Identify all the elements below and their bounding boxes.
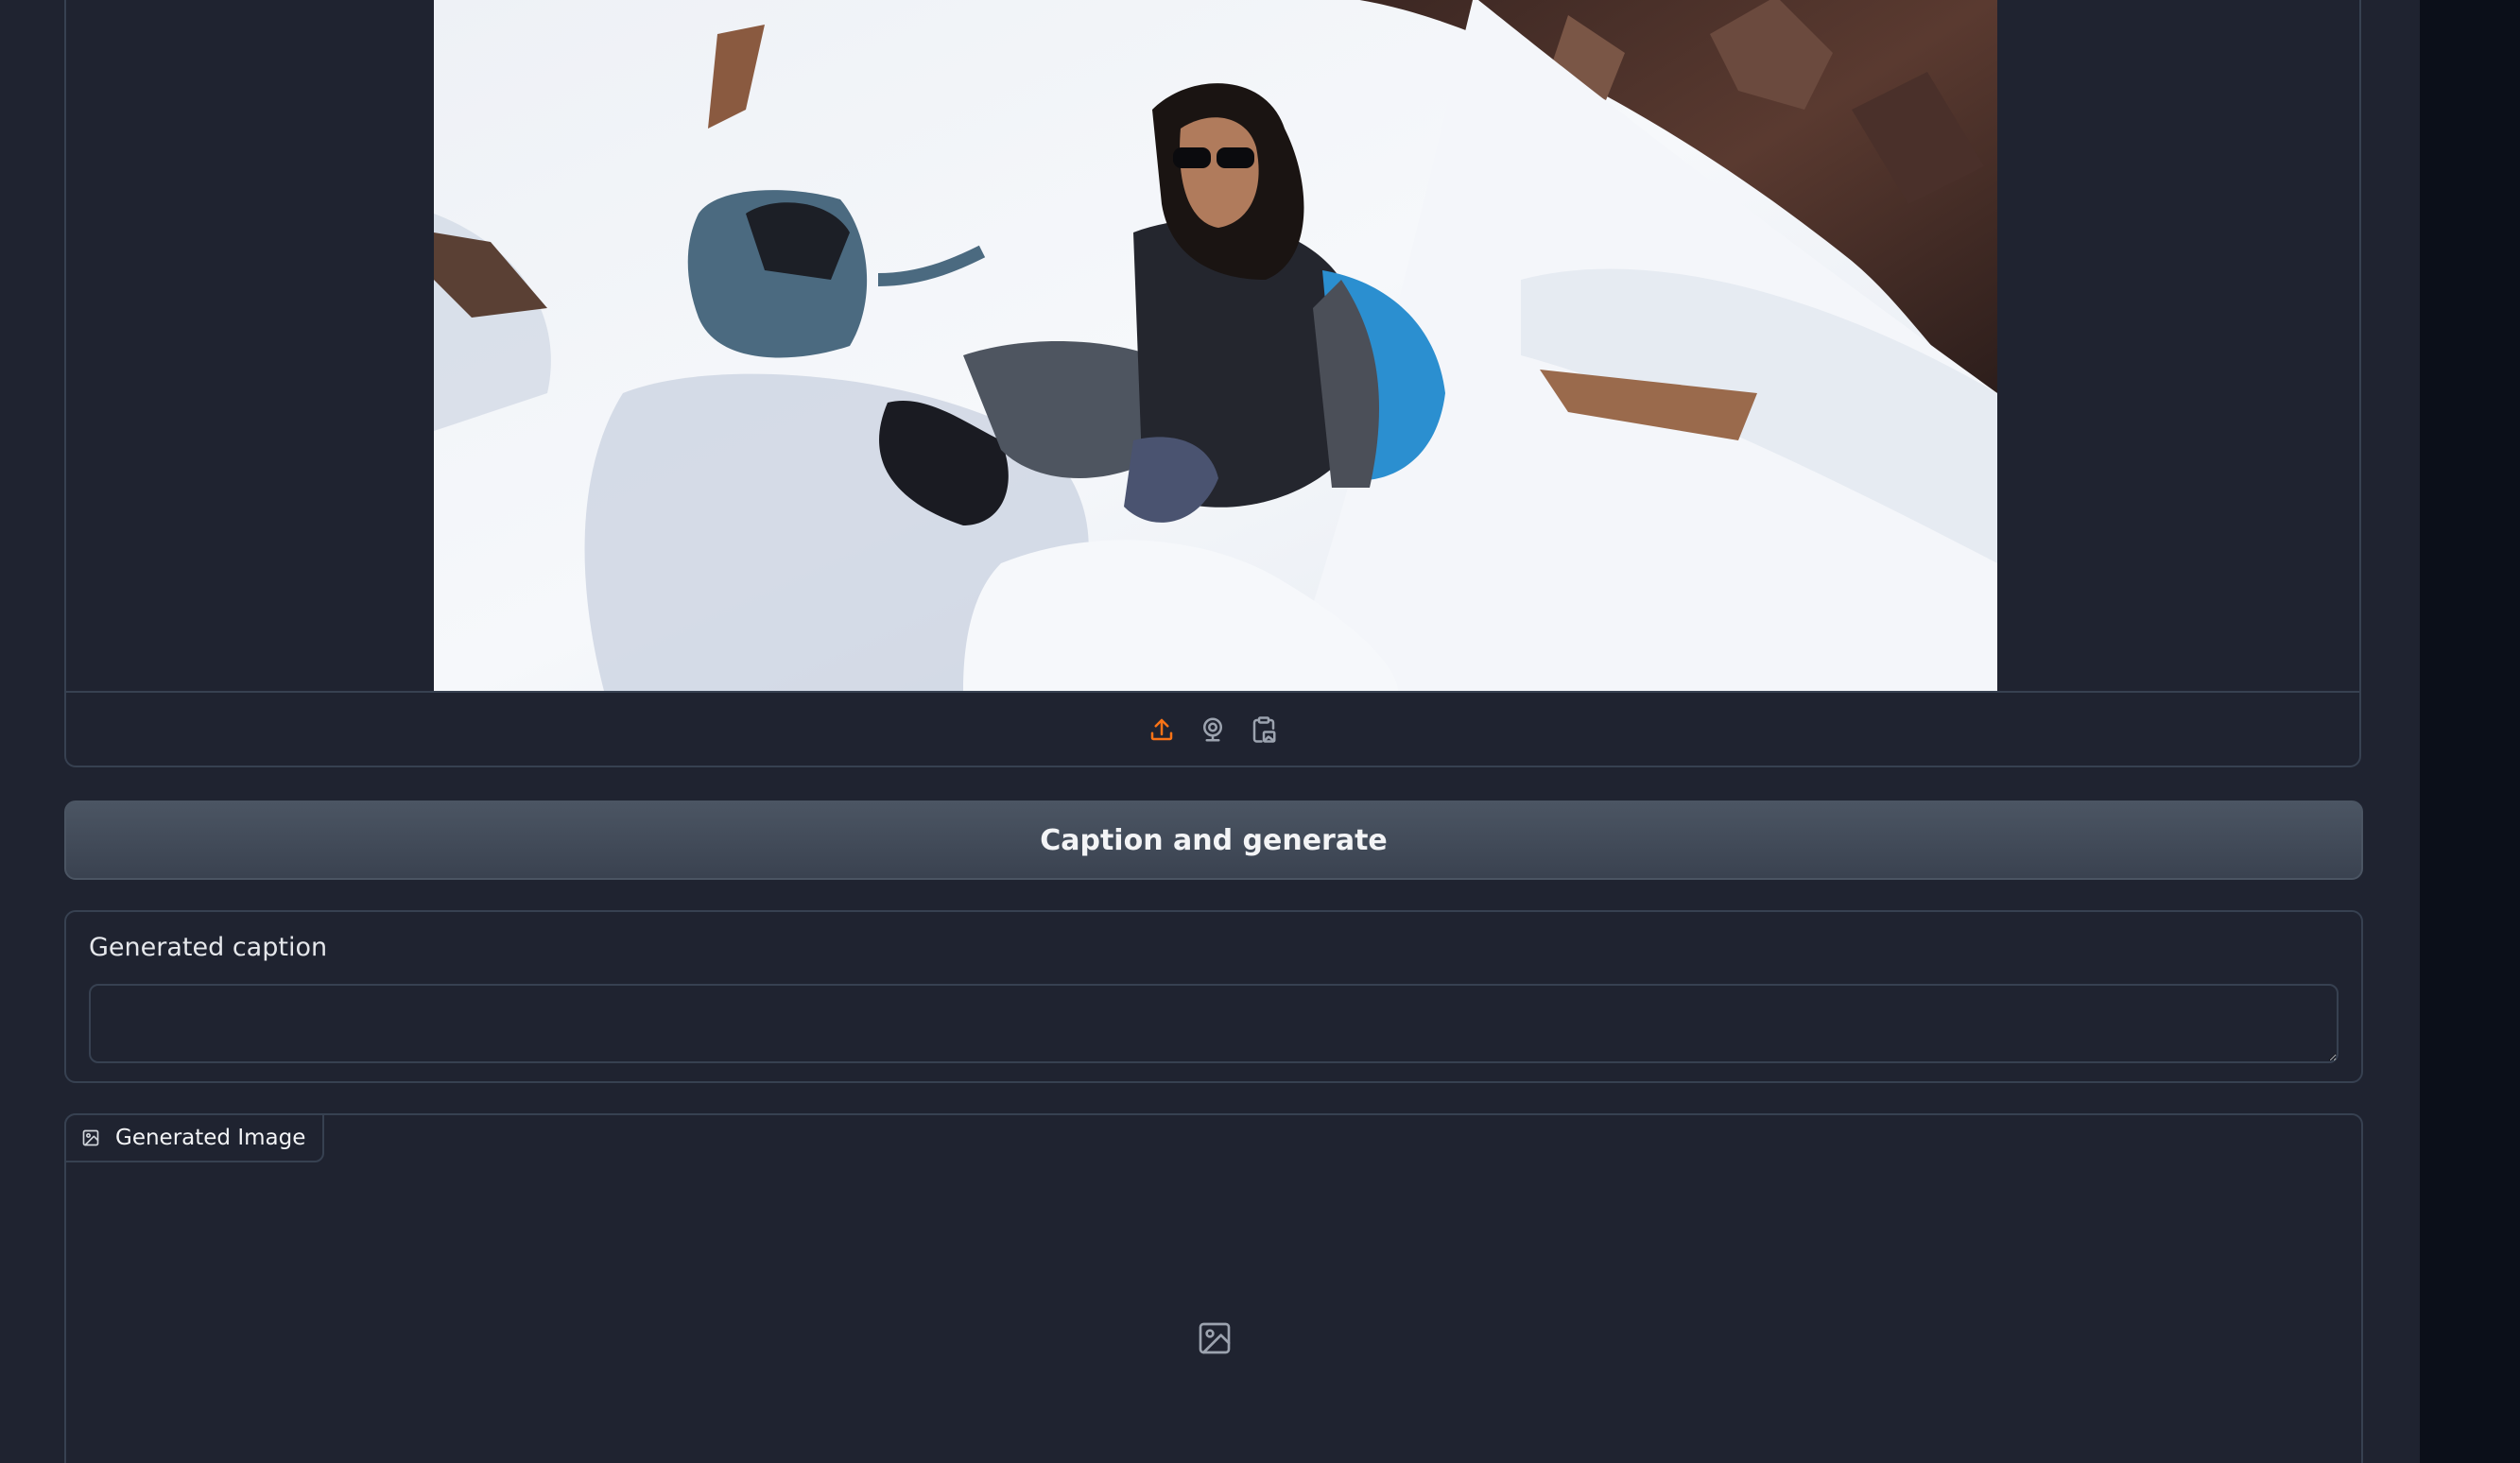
webcam-button[interactable]: [1196, 713, 1230, 747]
image-source-toolbar: [66, 693, 2359, 766]
generated-caption-label: Generated caption: [89, 933, 328, 962]
input-image-panel: [64, 0, 2361, 767]
paste-clipboard-button[interactable]: [1247, 713, 1281, 747]
image-placeholder-icon: [1199, 1322, 1231, 1354]
generated-caption-panel: Generated caption: [64, 910, 2363, 1083]
upload-icon: [1150, 718, 1173, 740]
webcam-icon: [1203, 717, 1222, 741]
clipboard-icon: [1252, 715, 1276, 743]
page: Caption and generate Generated caption G…: [0, 0, 2520, 1463]
generated-image-panel: Generated Image: [64, 1113, 2363, 1463]
generated-caption-textarea[interactable]: [89, 984, 2339, 1063]
image-preview-area: [66, 0, 2359, 693]
generated-image-label-tab: Generated Image: [64, 1113, 325, 1162]
uploaded-photo[interactable]: [434, 0, 1997, 691]
app-column: Caption and generate Generated caption G…: [0, 0, 2420, 1463]
caption-and-generate-button[interactable]: Caption and generate: [64, 800, 2363, 880]
upload-button[interactable]: [1145, 713, 1179, 747]
image-icon: [82, 1129, 99, 1146]
generated-image-label: Generated Image: [115, 1126, 306, 1150]
